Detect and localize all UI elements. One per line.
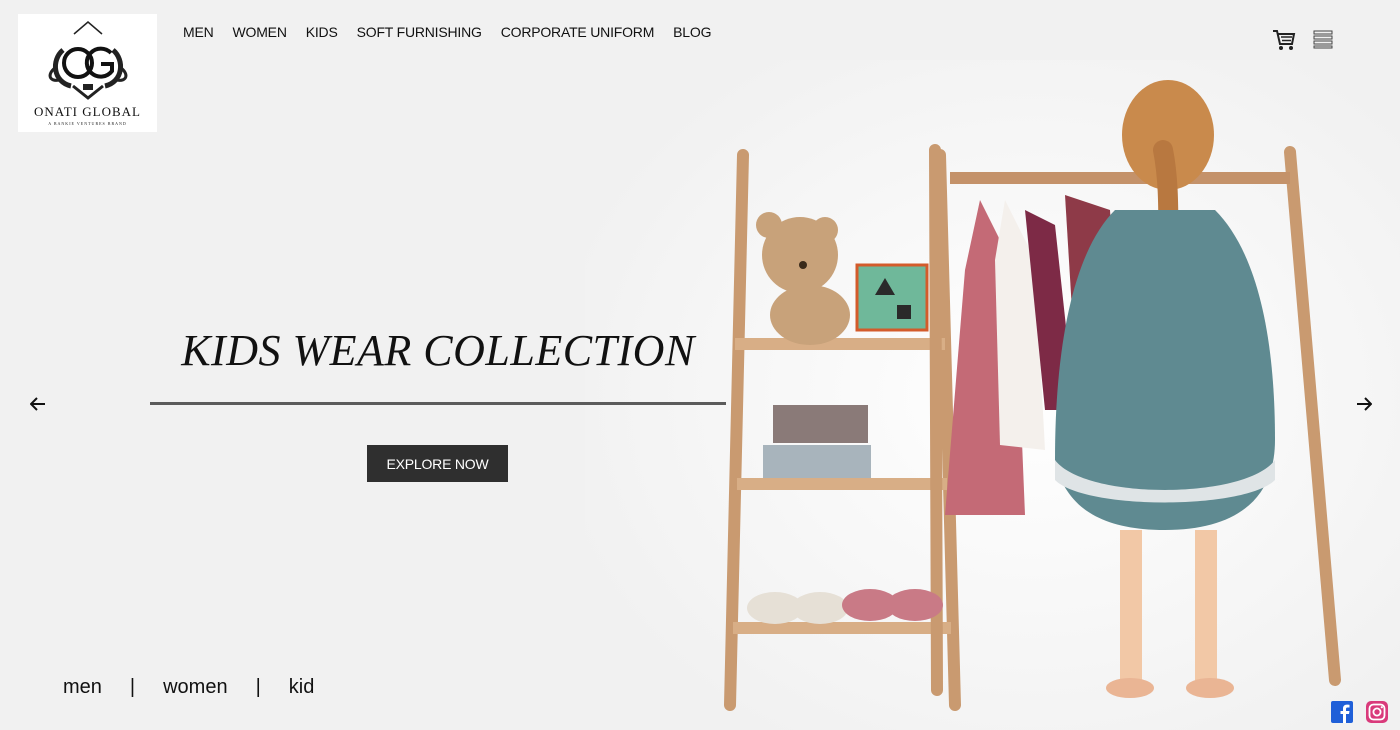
social-links: [1331, 701, 1388, 723]
arrow-right-icon[interactable]: [1356, 396, 1373, 417]
brand-name: ONATI GLOBAL: [34, 104, 141, 119]
nav-item-men[interactable]: MEN: [183, 24, 214, 40]
nav-item-kids[interactable]: KIDS: [306, 24, 338, 40]
category-kid[interactable]: kid: [289, 676, 315, 699]
hero-divider: [150, 402, 726, 405]
menu-icon[interactable]: [1313, 28, 1333, 57]
instagram-icon[interactable]: [1366, 701, 1388, 723]
facebook-icon[interactable]: [1331, 701, 1353, 723]
hero-title: KIDS WEAR COLLECTION: [181, 326, 695, 375]
category-separator: |: [255, 676, 261, 698]
category-separator: |: [129, 676, 136, 698]
cart-icon[interactable]: [1272, 28, 1296, 57]
brand-tagline: A BANKIE VENTURES BRAND: [48, 121, 127, 126]
arrow-left-icon[interactable]: [29, 396, 46, 417]
nav-item-corporate-uniform[interactable]: CORPORATE UNIFORM: [501, 24, 655, 40]
hero-image: [585, 60, 1400, 730]
category-women[interactable]: women: [163, 676, 227, 699]
explore-now-button[interactable]: EXPLORE NOW: [367, 445, 508, 482]
category-links: men | women | kid: [63, 676, 314, 699]
nav-item-soft-furnishing[interactable]: SOFT FURNISHING: [357, 24, 482, 40]
monogram-emblem: [48, 21, 127, 100]
nav-item-women[interactable]: WOMEN: [233, 24, 287, 40]
header-actions: [1272, 28, 1333, 57]
brand-logo[interactable]: ONATI GLOBAL A BANKIE VENTURES BRAND: [18, 14, 157, 132]
main-nav: MEN WOMEN KIDS SOFT FURNISHING CORPORATE…: [183, 24, 730, 40]
category-men[interactable]: men: [63, 676, 102, 699]
nav-item-blog[interactable]: BLOG: [673, 24, 711, 40]
